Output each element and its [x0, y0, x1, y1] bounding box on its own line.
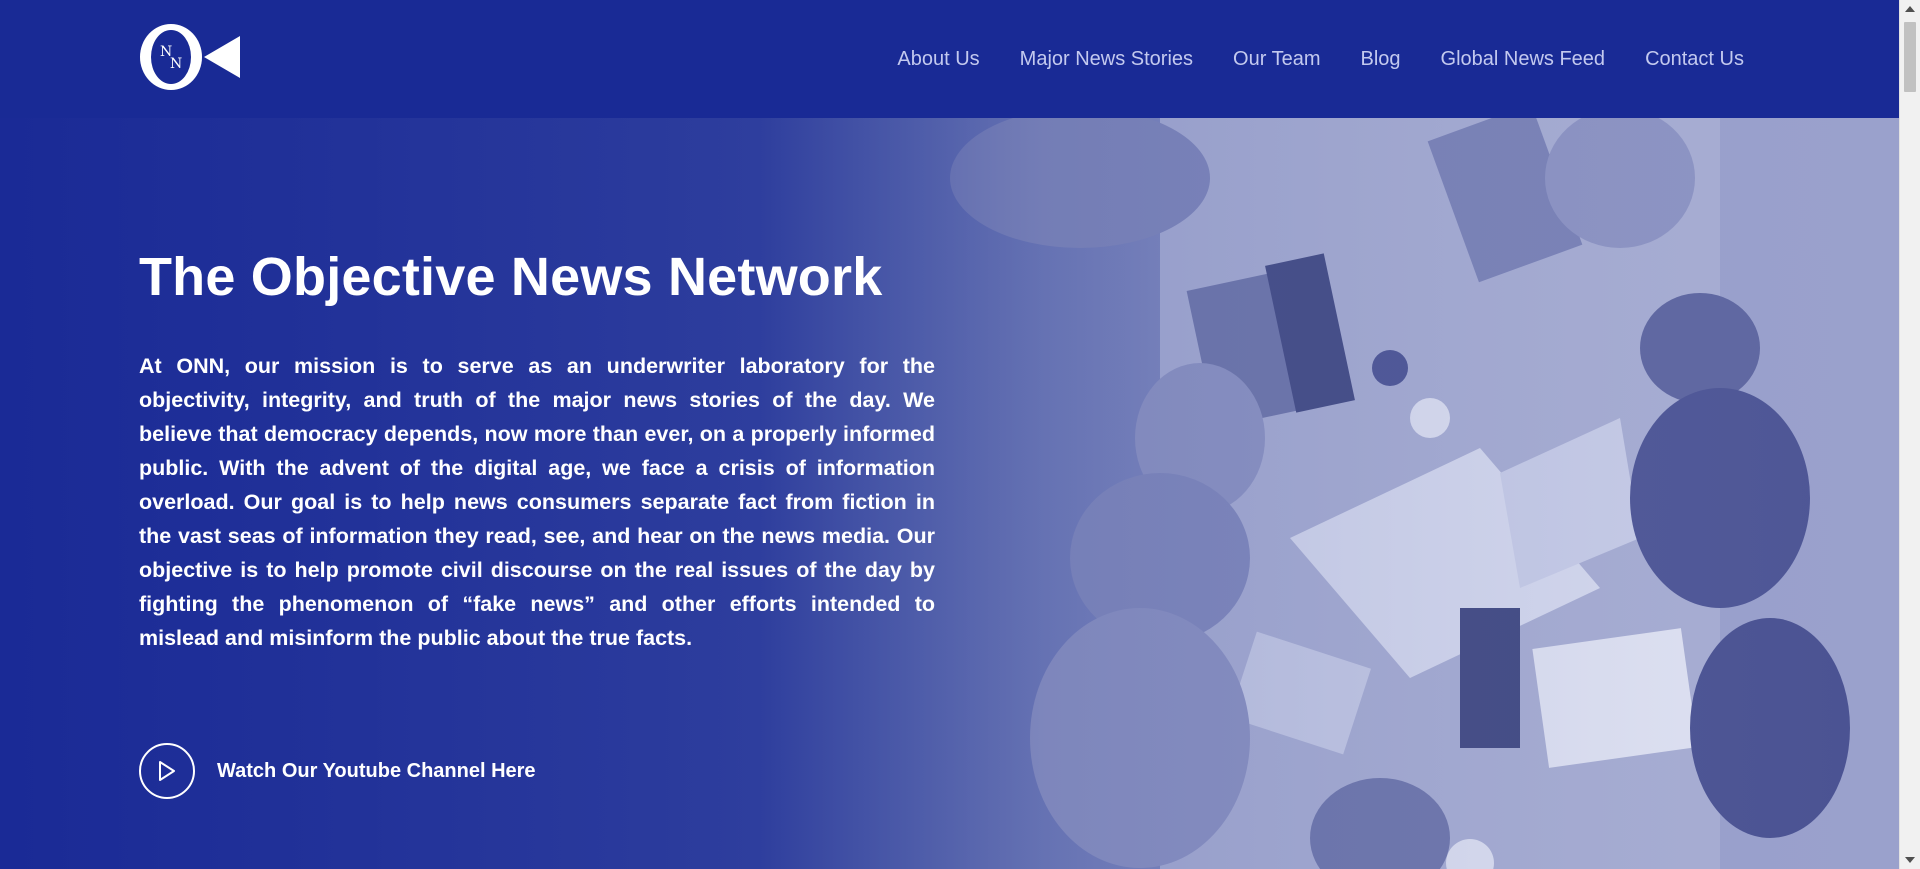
nav-global-news-feed[interactable]: Global News Feed [1441, 48, 1606, 71]
onn-logo-icon: N N [140, 24, 240, 90]
play-icon [159, 761, 175, 781]
nav-blog[interactable]: Blog [1361, 48, 1401, 71]
scroll-down-arrow-icon[interactable] [1905, 857, 1915, 863]
hero-description: At ONN, our mission is to serve as an un… [139, 354, 935, 650]
hero-section: The Objective News Network At ONN, our m… [0, 118, 1899, 869]
main-nav: About Us Major News Stories Our Team Blo… [897, 44, 1744, 74]
youtube-link-label[interactable]: Watch Our Youtube Channel Here [217, 760, 536, 783]
hero-title: The Objective News Network [139, 247, 883, 307]
nav-major-news-stories[interactable]: Major News Stories [1020, 48, 1193, 71]
youtube-channel-link[interactable]: Watch Our Youtube Channel Here [139, 743, 536, 799]
play-button[interactable] [139, 743, 195, 799]
nav-our-team[interactable]: Our Team [1233, 48, 1320, 71]
svg-text:N: N [170, 56, 182, 72]
scrollbar-thumb[interactable] [1904, 22, 1916, 92]
page-scrollbar[interactable] [1899, 0, 1920, 869]
nav-contact-us[interactable]: Contact Us [1645, 48, 1744, 71]
onn-logo[interactable]: N N [138, 22, 242, 92]
scroll-up-arrow-icon[interactable] [1905, 6, 1915, 12]
site-header: N N About Us Major News Stories Our Team… [0, 0, 1899, 118]
nav-about-us[interactable]: About Us [897, 48, 979, 71]
